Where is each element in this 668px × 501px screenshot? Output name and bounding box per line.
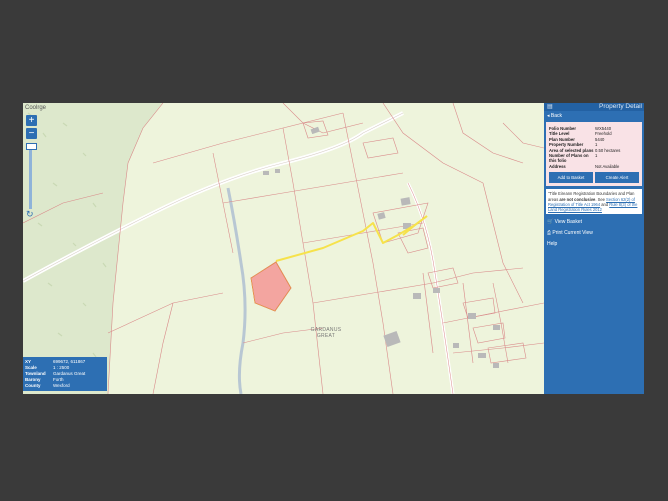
highlighted-lane (275, 215, 428, 262)
info-row-county: County Wexford (23, 383, 107, 389)
print-view-link[interactable]: ⎙ Print Current View (544, 228, 644, 239)
info-label: County (25, 383, 41, 388)
view-basket-link[interactable]: 🛒 View Basket (544, 217, 644, 228)
property-detail-panel: ▤ Property Detail ◂ Back Folio Number WX… (544, 103, 644, 394)
back-link[interactable]: ◂ Back (544, 111, 644, 122)
printer-icon: ⎙ (547, 230, 552, 237)
cart-icon: 🛒 (547, 219, 554, 226)
create-alert-button[interactable]: Create Alert (595, 172, 639, 184)
print-view-label: Print Current View (552, 230, 593, 237)
info-value: Wexford (53, 383, 70, 388)
minor-road (406, 182, 455, 394)
note-text-mid: . See (595, 196, 607, 202)
detail-actions: Add to Basket Create Alert (549, 172, 639, 184)
zoom-slider-handle[interactable] (26, 143, 37, 150)
panel-header: ▤ Property Detail (544, 103, 644, 111)
map-view[interactable]: Coolrge + − ↻ GARDANUS GREAT XY 699672, … (23, 103, 544, 394)
zoom-in-button[interactable]: + (26, 115, 37, 126)
detail-label: Address (549, 163, 566, 169)
disclaimer-note: "Title Eireann Registration Boundaries a… (546, 189, 642, 215)
view-basket-label: View Basket (554, 219, 583, 226)
refresh-icon[interactable]: ↻ (26, 209, 34, 220)
add-to-basket-button[interactable]: Add to Basket (549, 172, 593, 184)
property-details-card: Folio Number WX5440 Title Level Freehold… (546, 122, 642, 187)
map-info-box: XY 699672, 611867 Scale 1 : 2500 Townlan… (23, 357, 107, 391)
detail-label: Number of Plans on this folio (549, 153, 589, 164)
forest-area (23, 103, 163, 394)
stream (226, 187, 247, 394)
note-bold: are not conclusive (558, 196, 596, 202)
detail-value: 1 (595, 153, 598, 159)
note-and: and (600, 201, 610, 207)
zoom-out-button[interactable]: − (26, 128, 37, 139)
buildings (263, 126, 500, 368)
map-application: Coolrge + − ↻ GARDANUS GREAT XY 699672, … (23, 103, 644, 394)
detail-value: Not Available (595, 163, 620, 169)
map-corner-label: Coolrge (25, 105, 47, 111)
detail-row: Address Not Available (549, 164, 639, 169)
zoom-slider-track[interactable] (29, 143, 32, 209)
detail-row: Number of Plans on this folio 1 (549, 153, 639, 164)
place-label-line2: GREAT (316, 333, 336, 339)
menu-icon[interactable]: ▤ (547, 103, 553, 111)
place-label: GARDANUS GREAT (306, 327, 346, 339)
help-link[interactable]: Help (544, 239, 644, 250)
map-canvas[interactable] (23, 103, 544, 394)
panel-title: Property Detail (599, 103, 642, 110)
